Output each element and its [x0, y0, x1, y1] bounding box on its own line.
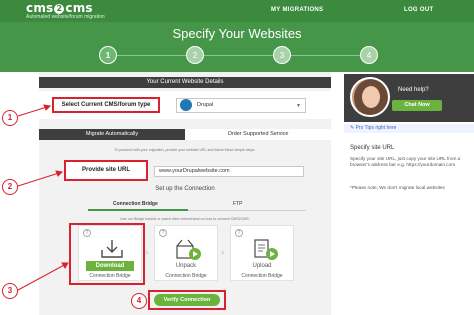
tip-note: *Please note, We don't migrate local web…	[350, 185, 445, 190]
tip-title: Specify site URL	[350, 145, 395, 151]
avatar-face	[362, 86, 380, 108]
tip-text: Specify your site URL, just copy your si…	[350, 156, 461, 167]
pro-tips-label: Pro Tips right here	[355, 125, 397, 131]
need-help-text: Need help?	[398, 87, 429, 93]
chat-now-button[interactable]: Chat Now	[392, 100, 442, 111]
annotation-marker-4: 4	[131, 293, 147, 309]
annotation-marker-1: 1	[2, 110, 18, 126]
support-agent-avatar	[350, 77, 390, 117]
annotation-marker-2: 2	[2, 179, 18, 195]
annotation-marker-3: 3	[2, 283, 18, 299]
pro-tips-banner[interactable]: ✎ Pro Tips right here	[344, 124, 474, 133]
